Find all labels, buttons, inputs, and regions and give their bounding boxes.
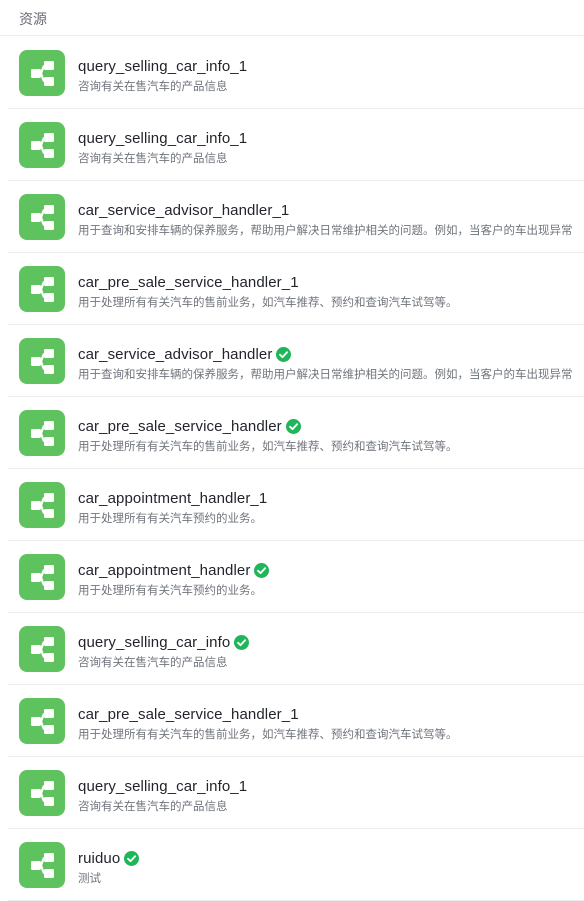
verified-check-icon [234,634,250,650]
workflow-icon [19,626,65,672]
resource-list-item[interactable]: ruiduo 测试 [8,829,584,901]
workflow-icon [19,194,65,240]
workflow-icon [19,50,65,96]
verified-check-icon [254,562,270,578]
resource-list-item[interactable]: car_service_advisor_handler_1 用于查询和安排车辆的保… [8,181,584,253]
workflow-icon [19,842,65,888]
item-title: car_pre_sale_service_handler_1 [78,705,299,723]
resource-list-item[interactable]: query_selling_car_info_1 咨询有关在售汽车的产品信息 [8,37,584,109]
workflow-icon [19,410,65,456]
item-title-row: car_appointment_handler [78,560,270,580]
item-title-row: car_pre_sale_service_handler_1 [78,704,299,724]
resource-list-item[interactable]: query_selling_car_info_1 咨询有关在售汽车的产品信息 [8,757,584,829]
item-description: 测试 [78,873,101,885]
resource-list-item[interactable]: car_service_advisor_handler 用于查询和安排车辆的保养… [8,325,584,397]
verified-check-icon [276,346,292,362]
item-description: 咨询有关在售汽车的产品信息 [78,657,228,669]
workflow-icon [19,482,65,528]
section-header: 资源 [0,0,584,36]
item-title-row: query_selling_car_info_1 [78,776,247,796]
item-title-row: car_pre_sale_service_handler [78,416,301,436]
item-title: car_service_advisor_handler_1 [78,201,290,219]
verified-check-icon [285,418,301,434]
workflow-icon [19,698,65,744]
item-title-row: query_selling_car_info_1 [78,56,247,76]
item-description: 用于处理所有有关汽车的售前业务，如汽车推荐、预约和查询汽车试驾等。 [78,729,458,741]
section-title: 资源 [19,11,47,27]
resource-list: query_selling_car_info_1 咨询有关在售汽车的产品信息 qu… [8,37,584,901]
item-title: car_appointment_handler_1 [78,489,268,507]
workflow-icon [19,770,65,816]
item-description: 用于处理所有有关汽车的售前业务，如汽车推荐、预约和查询汽车试驾等。 [78,297,458,309]
item-description: 用于处理所有有关汽车的售前业务，如汽车推荐、预约和查询汽车试驾等。 [78,441,458,453]
item-title: ruiduo [78,849,121,867]
item-title-row: query_selling_car_info [78,632,250,652]
item-title: query_selling_car_info_1 [78,129,248,147]
workflow-icon [19,554,65,600]
resource-list-item[interactable]: car_pre_sale_service_handler 用于处理所有有关汽车的… [8,397,584,469]
verified-check-icon [124,850,140,866]
item-description: 用于处理所有有关汽车预约的业务。 [78,513,262,525]
item-title-row: car_pre_sale_service_handler_1 [78,272,299,292]
resource-list-item[interactable]: query_selling_car_info_1 咨询有关在售汽车的产品信息 [8,109,584,181]
resource-list-item[interactable]: car_appointment_handler 用于处理所有有关汽车预约的业务。 [8,541,584,613]
item-description: 咨询有关在售汽车的产品信息 [78,801,228,813]
item-description: 用于查询和安排车辆的保养服务，帮助用户解决日常维护相关的问题。例如，当客户的车出… [78,225,573,237]
item-title-row: car_service_advisor_handler_1 [78,200,289,220]
item-description: 咨询有关在售汽车的产品信息 [78,153,228,165]
item-description: 用于处理所有有关汽车预约的业务。 [78,585,262,597]
resource-list-item[interactable]: car_appointment_handler_1 用于处理所有有关汽车预约的业务… [8,469,584,541]
item-description: 用于查询和安排车辆的保养服务，帮助用户解决日常维护相关的问题。例如，当客户的车出… [78,369,573,381]
resource-list-item[interactable]: car_pre_sale_service_handler_1 用于处理所有有关汽车… [8,253,584,325]
item-title: car_appointment_handler [78,561,251,579]
item-title: query_selling_car_info_1 [78,777,248,795]
workflow-icon [19,338,65,384]
item-title: car_service_advisor_handler [78,345,273,363]
item-title: query_selling_car_info [78,633,231,651]
item-title-row: ruiduo [78,848,140,868]
item-description: 咨询有关在售汽车的产品信息 [78,81,228,93]
item-title: car_pre_sale_service_handler [78,417,282,435]
resource-list-item[interactable]: query_selling_car_info 咨询有关在售汽车的产品信息 [8,613,584,685]
item-title: car_pre_sale_service_handler_1 [78,273,299,291]
item-title: query_selling_car_info_1 [78,57,248,75]
resource-list-item[interactable]: car_pre_sale_service_handler_1 用于处理所有有关汽车… [8,685,584,757]
item-title-row: car_appointment_handler_1 [78,488,267,508]
workflow-icon [19,122,65,168]
item-title-row: query_selling_car_info_1 [78,128,247,148]
workflow-icon [19,266,65,312]
item-title-row: car_service_advisor_handler [78,344,292,364]
